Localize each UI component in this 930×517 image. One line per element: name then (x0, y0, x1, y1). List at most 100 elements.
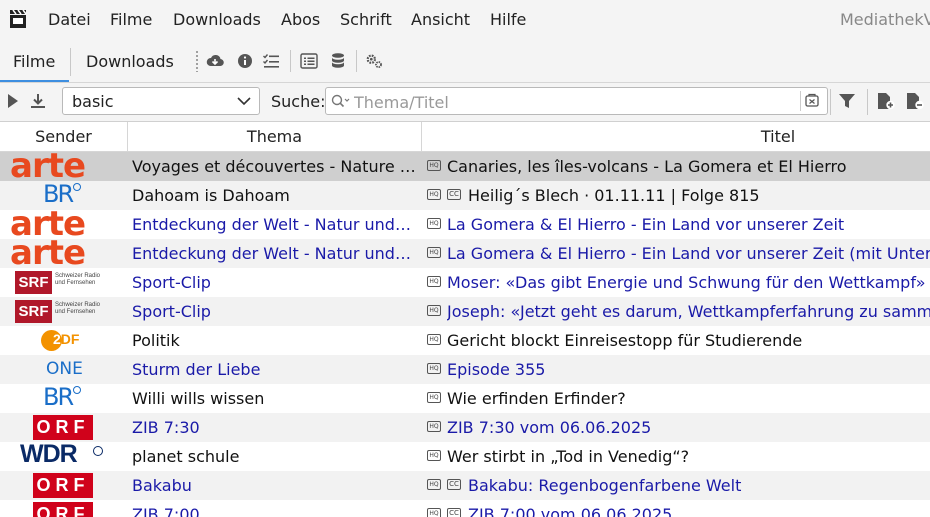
subtitles-badge-icon: CC (447, 479, 461, 490)
filterbar-divider (867, 89, 868, 115)
menu-hilfe[interactable]: Hilfe (490, 10, 526, 29)
table-header: Sender Thema Titel (0, 122, 930, 152)
database-icon[interactable] (329, 52, 347, 70)
cell-titel: La Gomera & El Hierro - Ein Land vor uns… (447, 244, 930, 263)
menu-filme[interactable]: Filme (110, 10, 152, 29)
hq-badge-icon: HQ (427, 334, 441, 345)
search-icon (331, 94, 350, 108)
column-header-thema[interactable]: Thema (128, 127, 421, 146)
settings-gears-icon[interactable] (365, 52, 383, 70)
hq-badge-icon: HQ (427, 392, 441, 403)
menu-ansicht[interactable]: Ansicht (411, 10, 470, 29)
table-row[interactable]: BR Willi wills wissen HQ Wie erfinden Erfin… (0, 383, 930, 413)
menu-datei[interactable]: Datei (48, 10, 91, 29)
menu-downloads[interactable]: Downloads (173, 10, 261, 29)
menu-schrift[interactable]: Schrift (340, 10, 392, 29)
hq-badge-icon: HQ (427, 218, 441, 229)
filter-profile-select[interactable]: basic (62, 87, 260, 115)
checklist-icon[interactable] (262, 52, 280, 70)
hq-badge-icon: HQ (427, 305, 441, 316)
cell-titel: Joseph: «Jetzt geht es darum, Wettkampfe… (447, 302, 930, 321)
active-tab-indicator (0, 80, 69, 82)
cell-thema: Sport-Clip (132, 302, 211, 321)
srf-logo-subtitle: Schweizer Radio und Fernsehen (55, 302, 101, 315)
list-view-icon[interactable] (300, 52, 318, 70)
search-label: Suche: (271, 92, 326, 111)
cell-thema: planet schule (132, 447, 240, 466)
cell-titel: Canaries, les îles-volcans - La Gomera e… (447, 157, 847, 176)
add-abo-icon[interactable] (876, 92, 896, 110)
cell-titel: Heilig´s Blech · 01.11.11 | Folge 815 (468, 186, 760, 205)
table-row[interactable]: arteEntdeckung der Welt - Natur und Umwe… (0, 204, 930, 244)
cell-titel: Bakabu: Regenbogenfarbene Welt (468, 476, 742, 495)
table-row[interactable]: SRF Schweizer Radio und Fernsehen Sport-Cli… (0, 297, 930, 326)
search-input[interactable] (352, 90, 796, 114)
br-logo: BR (43, 383, 74, 411)
sender-logo: ORF (0, 413, 127, 442)
orf-logo: ORF (33, 502, 93, 517)
clear-search-icon[interactable] (800, 91, 823, 111)
tab-downloads[interactable]: Downloads (86, 52, 174, 71)
play-icon[interactable] (6, 93, 20, 109)
br-logo-mark (73, 386, 81, 394)
sender-logo: ORF (0, 471, 127, 500)
orf-logo: ORF (33, 415, 93, 440)
arte-logo: arte (10, 233, 86, 273)
table-row[interactable]: ORF ZIB 7:30 HQ ZIB 7:30 vom 06.06.2025 (0, 413, 930, 442)
cell-titel: Wer stirbt in „Tod in Venedig“? (447, 447, 690, 466)
menu-abos[interactable]: Abos (281, 10, 320, 29)
table-row[interactable]: ONE Sturm der Liebe HQ Episode 355 (0, 355, 930, 384)
cell-thema: Bakabu (132, 476, 192, 495)
info-icon[interactable] (236, 52, 254, 70)
hq-badge-icon: HQ (427, 450, 441, 461)
table-row[interactable]: WDR planet schule HQ Wer stirbt in „Tod in … (0, 440, 930, 471)
chevron-down-icon (237, 97, 251, 106)
remove-abo-icon[interactable] (905, 92, 925, 110)
subtitles-badge-icon: CC (447, 508, 461, 517)
sender-logo: arte (0, 146, 127, 186)
cell-titel: Episode 355 (447, 360, 546, 379)
sender-logo: SRF Schweizer Radio und Fernsehen (0, 268, 127, 297)
table-row[interactable]: arte Voyages et découvertes - Nature et e… (0, 146, 930, 186)
app-clapperboard-icon (10, 9, 27, 28)
table-row[interactable]: BR Dahoam is Dahoam HQ CC Heilig´s Blech · 0… (0, 180, 930, 210)
column-header-titel[interactable]: Titel (422, 127, 930, 146)
cell-thema: ZIB 7:30 (132, 418, 200, 437)
toolbar-grip (196, 50, 198, 72)
br-logo-mark (73, 183, 81, 191)
wdr-logo: WDR (20, 440, 78, 468)
hq-badge-icon: HQ (427, 421, 441, 432)
sender-logo: BR (0, 383, 127, 413)
zdf-logo: 2DF (53, 331, 80, 347)
table-row[interactable]: SRF Schweizer Radio und Fernsehen Sport-Cli… (0, 268, 930, 297)
cell-titel: Wie erfinden Erfinder? (447, 389, 626, 408)
cell-titel: ZIB 7:00 vom 06.06.2025 (468, 505, 673, 517)
table-row[interactable]: arteEntdeckung der Welt - Natur und Umwe… (0, 233, 930, 273)
hq-badge-icon: HQ (427, 363, 441, 374)
table-row[interactable]: ORF ZIB 7:00 HQ CC ZIB 7:00 vom 06.06.2025 (0, 500, 930, 517)
table-row[interactable]: ORF Bakabu HQ CC Bakabu: Regenbogenfarbene W… (0, 471, 930, 500)
cell-titel: Moser: «Das gibt Energie und Schwung für… (447, 273, 926, 292)
tab-filme[interactable]: Filme (13, 52, 55, 71)
download-icon[interactable] (29, 92, 47, 110)
sender-logo: SRF Schweizer Radio und Fernsehen (0, 297, 127, 326)
table-row[interactable]: 2DF Politik HQ Gericht blockt Einreisestopp… (0, 326, 930, 355)
sender-logo: WDR (0, 440, 127, 471)
filterbar-divider (830, 89, 831, 115)
cell-thema: Willi wills wissen (132, 389, 265, 408)
hq-badge-icon: HQ (427, 247, 441, 258)
hq-badge-icon: HQ (427, 160, 441, 171)
film-table[interactable]: Sender Thema Titel arte Voyages et découv… (0, 122, 930, 517)
search-box[interactable] (325, 87, 828, 115)
cloud-download-icon[interactable] (206, 52, 224, 70)
toolbar-divider (290, 50, 291, 72)
toolbar-divider (356, 50, 357, 72)
sender-logo: ONE (0, 355, 127, 384)
cell-titel: Gericht blockt Einreisestopp für Studier… (447, 331, 803, 350)
filter-funnel-icon[interactable] (838, 93, 856, 109)
column-header-sender[interactable]: Sender (0, 127, 127, 146)
srf-logo: SRF (15, 300, 52, 323)
wdr-logo-mark (93, 446, 103, 456)
cell-thema: Sturm der Liebe (132, 360, 261, 379)
cell-titel: La Gomera & El Hierro - Ein Land vor uns… (447, 215, 845, 234)
